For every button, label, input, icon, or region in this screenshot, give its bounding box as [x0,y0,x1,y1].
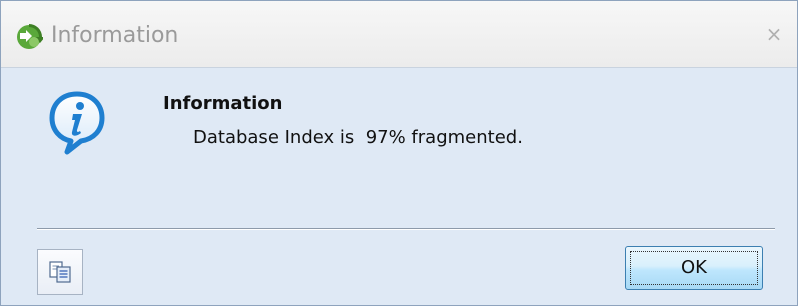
message-body: Database Index is 97% fragmented. [193,127,523,148]
green-arrow-icon [15,23,45,51]
copy-button[interactable] [37,249,83,295]
window-title: Information [51,23,179,48]
ok-button[interactable]: OK [625,246,763,290]
information-dialog: Information × Information Database Index… [0,0,798,306]
title-bar[interactable]: Information × [1,1,797,68]
ok-button-label: OK [681,257,707,278]
divider [37,228,775,230]
info-icon [47,90,107,156]
close-button[interactable]: × [761,21,787,47]
dialog-content: Information Database Index is 97% fragme… [1,68,797,305]
message-title: Information [163,93,283,114]
copy-icon [49,261,71,283]
